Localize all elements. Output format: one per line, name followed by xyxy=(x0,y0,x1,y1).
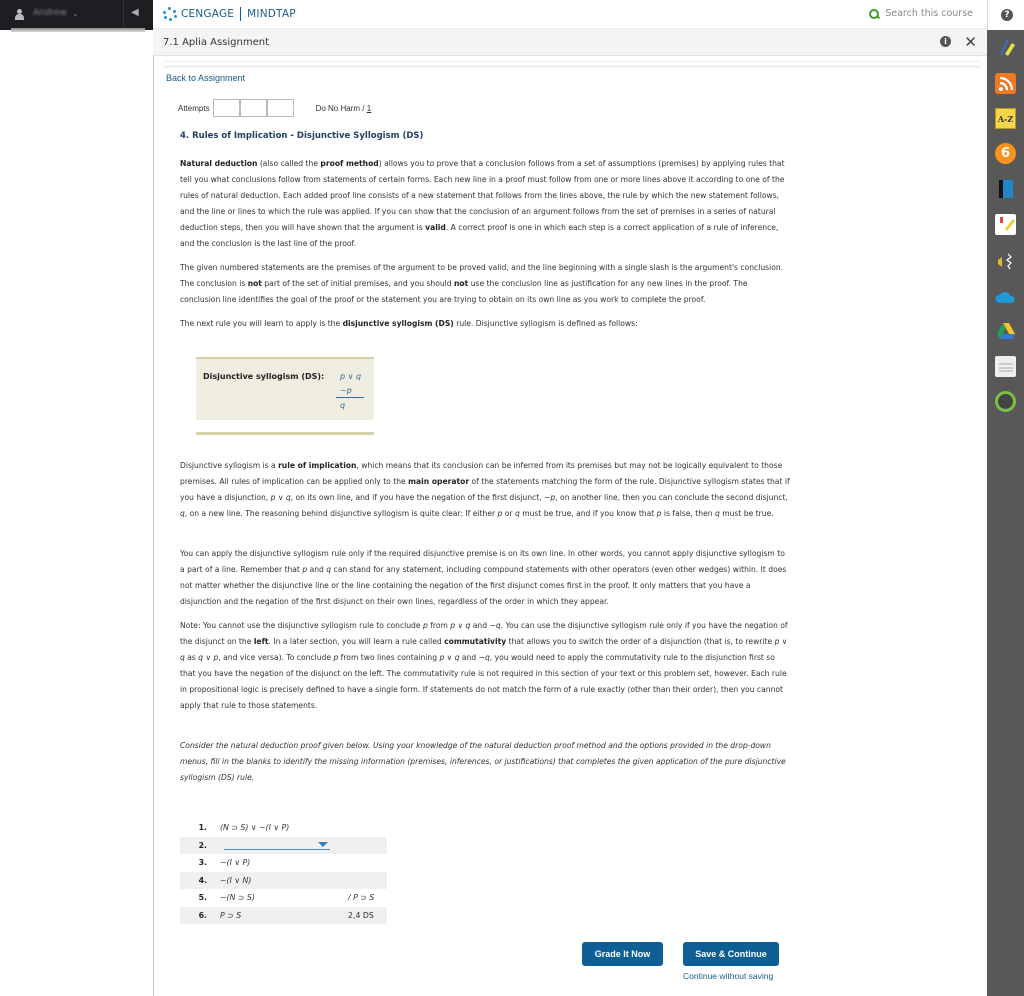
chevron-down-icon[interactable]: ⌄ xyxy=(72,9,79,18)
search-icon[interactable] xyxy=(869,8,880,19)
proof-row: 2. xyxy=(180,836,387,854)
attempts-row: Attempts Do No Harm / 1 xyxy=(178,99,371,117)
avatar-progress-icon[interactable] xyxy=(995,391,1016,412)
attempts-boxes xyxy=(212,99,294,117)
proof-row: 5. ~(N ⊃ S) / P ⊃ S xyxy=(180,889,387,907)
rss-icon[interactable] xyxy=(995,73,1016,94)
continue-without-saving-link[interactable]: Continue without saving xyxy=(683,971,773,981)
search-input[interactable]: Search this course xyxy=(885,8,973,19)
collapse-icon[interactable]: ◀︎ xyxy=(131,7,139,18)
ds-conclusion-line xyxy=(336,397,364,398)
info-icon[interactable]: i xyxy=(940,36,951,47)
paragraph-ds-intro: The next rule you will learn to apply is… xyxy=(180,319,638,328)
ds-premise-2: ~p xyxy=(340,386,352,395)
activity-title: 7.1 Aplia Assignment xyxy=(163,37,270,48)
cengage-logo-icon xyxy=(163,7,177,21)
course-search[interactable]: Search this course xyxy=(869,8,973,19)
paragraph-rule-of-implication: Disjunctive syllogism is a rule of impli… xyxy=(180,461,790,518)
line-number: 2. xyxy=(198,840,207,850)
question-title: 4. Rules of Implication - Disjunctive Sy… xyxy=(180,131,424,141)
frame-divider xyxy=(164,61,980,68)
drive-icon[interactable] xyxy=(995,320,1016,341)
user-bar-shadow xyxy=(11,28,145,32)
notebook-icon[interactable] xyxy=(995,214,1016,235)
activity-title-bar: 7.1 Aplia Assignment i ✕ xyxy=(153,29,987,56)
back-to-assignment-link[interactable]: Back to Assignment xyxy=(166,73,245,83)
frame-border xyxy=(153,56,154,996)
user-name[interactable]: Andrew xyxy=(33,8,67,18)
do-no-harm: Do No Harm / 1 xyxy=(316,104,372,113)
audio-icon[interactable] xyxy=(995,250,1016,271)
help-icon[interactable]: ? xyxy=(1001,9,1013,21)
attempt-box xyxy=(266,99,294,117)
six-icon[interactable]: 6 xyxy=(995,143,1016,164)
ds-premise-1: p ∨ q xyxy=(340,372,362,381)
help-area: ? xyxy=(987,0,1024,30)
dropdown-arrow-icon[interactable] xyxy=(318,841,328,847)
paragraph-natural-deduction: Natural deduction (also called the proof… xyxy=(180,159,785,248)
user-icon[interactable] xyxy=(15,9,24,20)
line-number: 5. xyxy=(198,893,207,903)
line-statement: ~(I ∨ P) xyxy=(220,858,251,868)
cloud-icon[interactable] xyxy=(995,286,1016,307)
close-icon[interactable]: ✕ xyxy=(964,33,977,51)
instructions: Consider the natural deduction proof giv… xyxy=(180,741,786,782)
pen-highlighter-icon[interactable] xyxy=(995,36,1016,57)
ds-box-bottom xyxy=(196,420,374,435)
line-justification: 2,4 DS xyxy=(348,910,374,920)
product-name: MINDTAP xyxy=(247,8,296,20)
do-no-harm-label: Do No Harm / xyxy=(315,103,367,113)
book-icon[interactable] xyxy=(995,178,1016,199)
divider xyxy=(123,0,124,28)
logo-divider xyxy=(240,7,242,21)
a-z-icon[interactable]: A-Z xyxy=(995,108,1016,129)
line-number: 1. xyxy=(198,823,207,833)
attempts-label: Attempts xyxy=(178,103,210,113)
app-dock: ? A-Z 6 xyxy=(987,0,1024,996)
save-and-continue-button[interactable]: Save & Continue xyxy=(683,942,779,966)
flashcards-icon[interactable] xyxy=(995,356,1016,377)
do-no-harm-count: 1 xyxy=(366,103,372,113)
proof-row: 1. (N ⊃ S) ∨ ~(I ∨ P) xyxy=(180,819,387,837)
attempt-box xyxy=(239,99,267,117)
ds-conclusion: q xyxy=(340,401,346,410)
line-statement: ~(N ⊃ S) xyxy=(220,893,255,903)
line-number: 3. xyxy=(198,858,207,868)
paragraph-own-line: You can apply the disjunctive syllogism … xyxy=(180,549,787,606)
paragraph-premises-conclusion: The given numbered statements are the pr… xyxy=(180,263,784,304)
top-header: CENGAGE MINDTAP Search this course xyxy=(153,0,987,29)
line-number: 6. xyxy=(198,910,207,920)
proof-table: 1. (N ⊃ S) ∨ ~(I ∨ P) 2. 3. ~(I ∨ P) 4. … xyxy=(180,819,387,924)
line-statement: (N ⊃ S) ∨ ~(I ∨ P) xyxy=(220,823,290,833)
proof-row: 4. ~(I ∨ N) xyxy=(180,871,387,889)
line-statement: ~(I ∨ N) xyxy=(220,875,252,885)
paragraph-note: Note: You cannot use the disjunctive syl… xyxy=(180,621,788,710)
ds-rule-label: Disjunctive syllogism (DS): xyxy=(203,372,325,381)
conclusion-marker: / P ⊃ S xyxy=(348,893,375,903)
line-statement: P ⊃ S xyxy=(220,910,242,920)
line-number: 4. xyxy=(198,875,207,885)
attempt-box xyxy=(212,99,240,117)
cengage-mindtap-logo[interactable]: CENGAGE MINDTAP xyxy=(163,7,296,21)
brand-name: CENGAGE xyxy=(181,8,235,20)
proof-row: 6. P ⊃ S 2,4 DS xyxy=(180,906,387,924)
user-menu-bar: Andrew ⌄ ◀︎ xyxy=(0,0,153,30)
proof-row: 3. ~(I ∨ P) xyxy=(180,854,387,872)
grade-it-now-button[interactable]: Grade It Now xyxy=(582,942,663,966)
statement-dropdown[interactable] xyxy=(224,839,330,850)
